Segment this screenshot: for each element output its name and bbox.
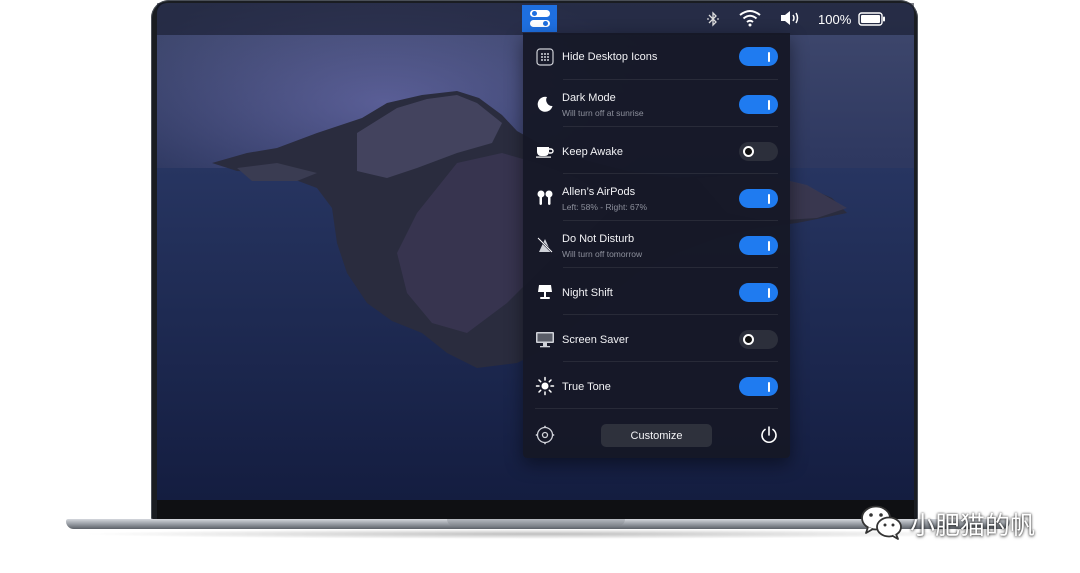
toggle-subtitle: Will turn off at sunrise (562, 108, 644, 118)
panel-footer: Customize (523, 413, 790, 458)
toggle-row-hide-desktop-icons[interactable]: Hide Desktop Icons (523, 33, 790, 80)
toggle-switch-screen-saver[interactable] (739, 330, 778, 349)
toggle-switch-night-shift[interactable] (739, 283, 778, 302)
one-switch-panel: Hide Desktop Icons Dark Mode Will turn o… (523, 33, 790, 458)
battery-icon[interactable] (858, 12, 886, 31)
toggle-switch-true-tone[interactable] (739, 377, 778, 396)
toggle-row-keep-awake[interactable]: Keep Awake (523, 127, 790, 174)
moon-icon (535, 94, 555, 114)
airpods-icon (535, 188, 555, 208)
watermark-text: 小肥猫的帆 (910, 511, 1036, 540)
grid-icon (535, 47, 555, 67)
toggle-row-dark-mode[interactable]: Dark Mode Will turn off at sunrise (523, 80, 790, 127)
toggle-row-do-not-disturb[interactable]: Do Not Disturb Will turn off tomorrow (523, 221, 790, 268)
toggle-label: Do Not Disturb (562, 233, 635, 245)
toggle-row-night-shift[interactable]: Night Shift (523, 268, 790, 315)
toggle-subtitle: Will turn off tomorrow (562, 249, 643, 259)
toggle-label: Hide Desktop Icons (562, 51, 658, 63)
toggle-label: Night Shift (562, 287, 613, 299)
bluetooth-icon[interactable] (706, 10, 720, 33)
wifi-icon[interactable] (738, 9, 762, 32)
gear-icon[interactable] (535, 425, 555, 450)
one-switch-menubar-button[interactable] (522, 5, 557, 32)
lamp-icon (535, 282, 555, 302)
laptop-shadow (80, 529, 996, 539)
toggle-switch-keep-awake[interactable] (739, 142, 778, 161)
power-icon[interactable] (759, 425, 779, 450)
wechat-watermark: 小肥猫的帆 (860, 504, 1035, 544)
customize-button[interactable]: Customize (601, 424, 712, 447)
coffee-cup-icon (535, 141, 555, 161)
toggle-row-true-tone[interactable]: True Tone (523, 362, 790, 409)
toggle-subtitle: Left: 58% - Right: 67% (562, 202, 648, 212)
screen-bezel-bottom (157, 500, 914, 521)
wechat-logo-icon (860, 503, 904, 546)
toggle-row-screen-saver[interactable]: Screen Saver (523, 315, 790, 362)
toggle-switch-dark-mode[interactable] (739, 95, 778, 114)
sun-icon (535, 376, 555, 396)
toggle-label: Allen’s AirPods (562, 186, 636, 198)
toggle-label: Keep Awake (562, 146, 623, 158)
toggle-switch-hide-desktop-icons[interactable] (739, 47, 778, 66)
volume-icon[interactable] (779, 10, 801, 31)
toggle-label: Dark Mode (562, 92, 616, 104)
toggle-switch-airpods[interactable] (739, 189, 778, 208)
toggle-label: Screen Saver (562, 334, 629, 346)
toggle-switch-do-not-disturb[interactable] (739, 236, 778, 255)
do-not-disturb-icon (535, 235, 555, 255)
battery-percentage: 100% (818, 12, 852, 27)
toggle-label: True Tone (562, 381, 611, 393)
toggle-row-airpods[interactable]: Allen’s AirPods Left: 58% - Right: 67% (523, 174, 790, 221)
monitor-icon (535, 329, 555, 349)
laptop-base-notch (447, 519, 625, 526)
